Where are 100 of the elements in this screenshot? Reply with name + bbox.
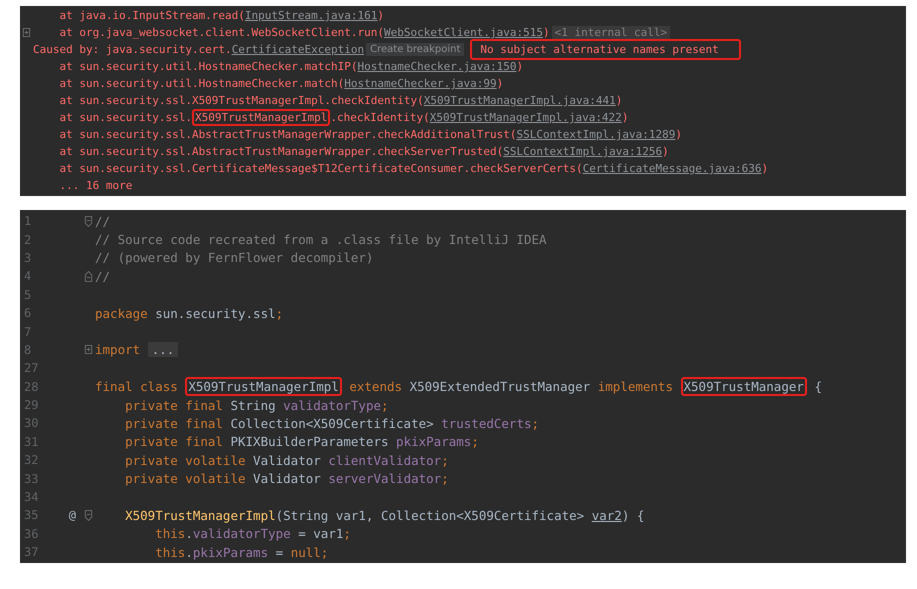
- folded-imports[interactable]: ...: [148, 342, 178, 358]
- source-link[interactable]: CertificateMessage.java:636: [582, 162, 762, 175]
- code-field: clientValidator: [328, 452, 442, 468]
- code-keyword: ;: [441, 471, 449, 486]
- source-link[interactable]: X509TrustManagerImpl.java:422: [430, 111, 622, 124]
- stack-trace-text: ... 16 more: [58, 179, 132, 192]
- code-field: validatorType: [192, 526, 291, 542]
- code-comment: //: [95, 214, 110, 229]
- line-number: 4: [23, 269, 32, 284]
- folded-frames-hint[interactable]: <1 internal call>: [552, 26, 670, 39]
- source-link[interactable]: X509TrustManagerImpl.java:441: [424, 94, 616, 107]
- code-keyword: ;: [381, 398, 389, 413]
- line-number: 33: [23, 472, 40, 486]
- code-keyword: private volatile: [124, 471, 247, 486]
- stack-trace-text: at sun.security.util.HostnameChecker.matchIP(: [58, 60, 358, 73]
- code-keyword: private volatile: [124, 452, 247, 468]
- stack-trace-text: at sun.security.ssl.AbstractTrustManagerWrapper.checkServerTrusted(: [58, 145, 504, 158]
- code-text: PKIXBuilderParameters: [230, 434, 390, 450]
- code-keyword: this: [154, 526, 186, 542]
- stack-trace-text: ): [377, 9, 384, 22]
- stack-trace-text: at sun.security.ssl.AbstractTrustManagerWrapper.checkAdditionalTrust(: [58, 128, 516, 141]
- code-text: Validator: [253, 452, 322, 468]
- stack-trace-text: at java.io.InputStream.read(: [58, 9, 245, 22]
- highlighted-exception-message: No subject alternative names present: [470, 39, 741, 60]
- expand-icon[interactable]: [84, 344, 93, 356]
- code-keyword: this: [154, 544, 186, 560]
- line-number: 29: [23, 398, 40, 412]
- source-link[interactable]: HostnameChecker.java:99: [344, 77, 497, 90]
- line-number: 35: [23, 508, 40, 522]
- code-method: X509TrustManagerImpl: [124, 508, 276, 523]
- code-text: ) {: [622, 508, 644, 523]
- line-number: 30: [23, 416, 40, 430]
- source-link[interactable]: InputStream.java:161: [244, 9, 378, 22]
- stack-trace-text: Caused by: java.security.cert.: [33, 43, 232, 56]
- code-keyword: null;: [290, 544, 328, 560]
- code-text: .: [185, 544, 193, 560]
- code-text: (String var1, Collection<X509Certificate>: [276, 508, 586, 523]
- line-number: 37: [23, 545, 40, 560]
- code-text: =: [274, 544, 284, 560]
- source-link[interactable]: CertificateException: [232, 43, 364, 56]
- fold-end-icon[interactable]: [84, 270, 93, 282]
- line-number: 2: [23, 232, 32, 247]
- stack-trace-text: ): [542, 26, 550, 39]
- expand-icon[interactable]: [22, 27, 31, 38]
- code-text: Validator: [253, 471, 322, 486]
- stack-trace-text: at org.java_websocket.client.WebSocketClient.run(: [58, 26, 384, 39]
- stack-trace-text: ): [496, 77, 504, 90]
- code-keyword: private final: [124, 434, 224, 450]
- code-keyword: private final: [124, 398, 224, 413]
- stack-trace-text: at sun.security.ssl.X509TrustManagerImpl.checkIdentity(: [58, 94, 424, 107]
- line-number: 8: [23, 342, 32, 357]
- line-number: 27: [23, 361, 40, 376]
- stack-trace-text: ): [662, 145, 669, 158]
- highlighted-code-text: X509TrustManager: [680, 377, 807, 396]
- line-number: 3: [23, 250, 32, 265]
- source-link[interactable]: HostnameChecker.java:150: [358, 60, 516, 73]
- source-link[interactable]: SSLContextImpl.java:1289: [516, 128, 676, 141]
- code-text: String: [230, 398, 277, 413]
- line-number: 7: [23, 324, 32, 339]
- code-text: = var1: [297, 526, 344, 542]
- code-text: sun.security.ssl: [155, 306, 276, 321]
- source-link[interactable]: WebSocketClient.java:515: [384, 26, 543, 39]
- line-number: 1: [23, 214, 32, 228]
- stack-trace-text: at sun.security.ssl.: [58, 111, 192, 124]
- line-number: 6: [23, 306, 32, 320]
- stack-trace-text: at sun.security.ssl.CertificateMessage$T12CertificateConsumer.checkServerCerts(: [58, 162, 583, 175]
- stack-trace-text: ): [622, 111, 628, 124]
- stack-trace-text: ): [516, 60, 524, 73]
- highlighted-stack-trace-text: X509TrustManagerImpl: [192, 109, 330, 126]
- code-keyword: implements: [596, 379, 674, 394]
- code-field: trustedCerts: [441, 416, 532, 431]
- line-number: 31: [23, 434, 40, 449]
- code-keyword: ;: [471, 434, 479, 450]
- code-keyword: ;: [276, 306, 284, 321]
- code-keyword: final class: [95, 379, 179, 394]
- code-comment: // Source code recreated from a .class file by IntelliJ IDEA: [95, 232, 547, 248]
- code-text: X509ExtendedTrustManager: [410, 379, 590, 394]
- highlighted-code-text: X509TrustManagerImpl: [185, 377, 342, 396]
- code-comment: // (powered by FernFlower decompiler): [95, 250, 374, 266]
- stack-trace-text: ): [616, 94, 622, 107]
- fold-start-icon[interactable]: [84, 216, 93, 227]
- code-comment: //: [95, 268, 110, 284]
- code-field: pkixParams: [396, 434, 472, 450]
- stack-trace-text: ): [675, 128, 682, 141]
- create-breakpoint-link[interactable]: Create breakpoint: [366, 43, 464, 56]
- code-field: serverValidator: [328, 471, 442, 486]
- line-number: 28: [23, 380, 40, 394]
- annotation-marker[interactable]: @: [68, 508, 76, 522]
- code-parameter: var2: [592, 508, 622, 523]
- stack-trace-text: ): [762, 162, 768, 175]
- code-keyword: ;: [343, 526, 351, 542]
- code-keyword: package: [95, 306, 149, 321]
- code-keyword: private final: [124, 416, 224, 431]
- code-keyword: ;: [441, 452, 449, 468]
- line-number: 5: [23, 288, 32, 302]
- fold-start-icon[interactable]: [84, 510, 93, 521]
- line-number: 34: [23, 490, 40, 504]
- code-keyword: extends: [348, 379, 404, 394]
- stack-trace-text: at sun.security.util.HostnameChecker.match(: [58, 77, 344, 90]
- source-link[interactable]: SSLContextImpl.java:1256: [503, 145, 662, 158]
